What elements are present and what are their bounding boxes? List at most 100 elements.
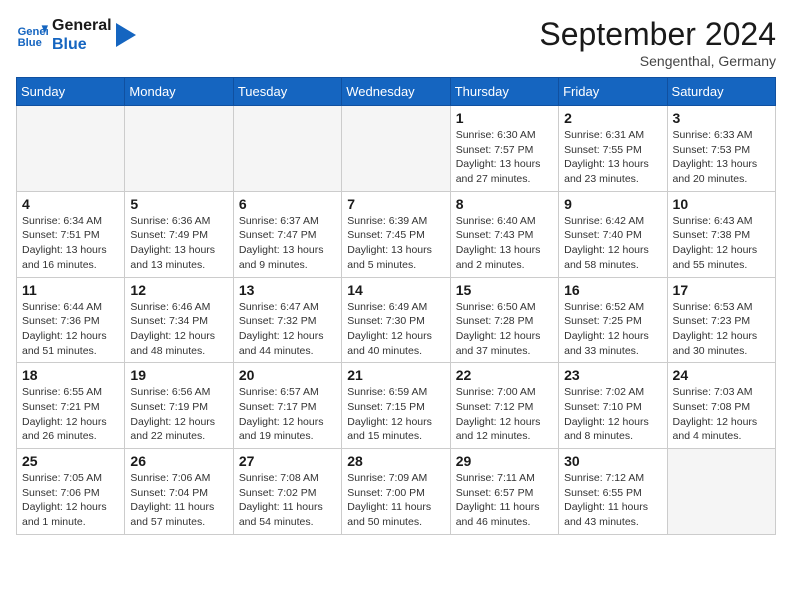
calendar-day-cell: 22 Sunrise: 7:00 AM Sunset: 7:12 PM Dayl… <box>450 363 558 449</box>
day-info: Sunrise: 6:43 AM Sunset: 7:38 PM Dayligh… <box>673 214 770 273</box>
calendar-day-cell: 4 Sunrise: 6:34 AM Sunset: 7:51 PM Dayli… <box>17 191 125 277</box>
day-info: Sunrise: 6:31 AM Sunset: 7:55 PM Dayligh… <box>564 128 661 187</box>
day-number: 20 <box>239 367 336 383</box>
day-number: 2 <box>564 110 661 126</box>
day-info: Sunrise: 7:08 AM Sunset: 7:02 PM Dayligh… <box>239 471 336 530</box>
day-info: Sunrise: 6:37 AM Sunset: 7:47 PM Dayligh… <box>239 214 336 273</box>
day-info: Sunrise: 6:42 AM Sunset: 7:40 PM Dayligh… <box>564 214 661 273</box>
calendar-day-cell: 15 Sunrise: 6:50 AM Sunset: 7:28 PM Dayl… <box>450 277 558 363</box>
calendar-table: Sunday Monday Tuesday Wednesday Thursday… <box>16 77 776 535</box>
calendar-day-cell: 11 Sunrise: 6:44 AM Sunset: 7:36 PM Dayl… <box>17 277 125 363</box>
col-wednesday: Wednesday <box>342 78 450 106</box>
day-info: Sunrise: 7:02 AM Sunset: 7:10 PM Dayligh… <box>564 385 661 444</box>
day-number: 16 <box>564 282 661 298</box>
day-info: Sunrise: 7:00 AM Sunset: 7:12 PM Dayligh… <box>456 385 553 444</box>
day-info: Sunrise: 7:09 AM Sunset: 7:00 PM Dayligh… <box>347 471 444 530</box>
day-info: Sunrise: 6:50 AM Sunset: 7:28 PM Dayligh… <box>456 300 553 359</box>
calendar-day-cell: 10 Sunrise: 6:43 AM Sunset: 7:38 PM Dayl… <box>667 191 775 277</box>
day-number: 26 <box>130 453 227 469</box>
calendar-day-cell: 17 Sunrise: 6:53 AM Sunset: 7:23 PM Dayl… <box>667 277 775 363</box>
calendar-day-cell: 8 Sunrise: 6:40 AM Sunset: 7:43 PM Dayli… <box>450 191 558 277</box>
month-title: September 2024 <box>539 16 776 53</box>
calendar-day-cell <box>342 106 450 192</box>
day-info: Sunrise: 6:40 AM Sunset: 7:43 PM Dayligh… <box>456 214 553 273</box>
logo-chevron-icon <box>116 23 136 47</box>
day-number: 9 <box>564 196 661 212</box>
calendar-day-cell: 16 Sunrise: 6:52 AM Sunset: 7:25 PM Dayl… <box>559 277 667 363</box>
calendar-day-cell: 19 Sunrise: 6:56 AM Sunset: 7:19 PM Dayl… <box>125 363 233 449</box>
logo: General Blue General Blue <box>16 16 136 54</box>
day-info: Sunrise: 6:47 AM Sunset: 7:32 PM Dayligh… <box>239 300 336 359</box>
calendar-day-cell: 21 Sunrise: 6:59 AM Sunset: 7:15 PM Dayl… <box>342 363 450 449</box>
calendar-day-cell: 1 Sunrise: 6:30 AM Sunset: 7:57 PM Dayli… <box>450 106 558 192</box>
calendar-day-cell: 28 Sunrise: 7:09 AM Sunset: 7:00 PM Dayl… <box>342 449 450 535</box>
calendar-day-cell: 24 Sunrise: 7:03 AM Sunset: 7:08 PM Dayl… <box>667 363 775 449</box>
day-number: 17 <box>673 282 770 298</box>
day-info: Sunrise: 7:11 AM Sunset: 6:57 PM Dayligh… <box>456 471 553 530</box>
calendar-day-cell <box>17 106 125 192</box>
day-info: Sunrise: 6:56 AM Sunset: 7:19 PM Dayligh… <box>130 385 227 444</box>
day-info: Sunrise: 7:05 AM Sunset: 7:06 PM Dayligh… <box>22 471 119 530</box>
day-number: 10 <box>673 196 770 212</box>
col-monday: Monday <box>125 78 233 106</box>
day-number: 13 <box>239 282 336 298</box>
day-number: 5 <box>130 196 227 212</box>
day-number: 19 <box>130 367 227 383</box>
col-saturday: Saturday <box>667 78 775 106</box>
location-subtitle: Sengenthal, Germany <box>539 53 776 69</box>
calendar-day-cell: 25 Sunrise: 7:05 AM Sunset: 7:06 PM Dayl… <box>17 449 125 535</box>
calendar-week-row: 25 Sunrise: 7:05 AM Sunset: 7:06 PM Dayl… <box>17 449 776 535</box>
calendar-day-cell: 13 Sunrise: 6:47 AM Sunset: 7:32 PM Dayl… <box>233 277 341 363</box>
calendar-day-cell <box>667 449 775 535</box>
day-info: Sunrise: 6:39 AM Sunset: 7:45 PM Dayligh… <box>347 214 444 273</box>
day-number: 30 <box>564 453 661 469</box>
calendar-week-row: 11 Sunrise: 6:44 AM Sunset: 7:36 PM Dayl… <box>17 277 776 363</box>
calendar-header-row: Sunday Monday Tuesday Wednesday Thursday… <box>17 78 776 106</box>
day-number: 1 <box>456 110 553 126</box>
day-info: Sunrise: 6:44 AM Sunset: 7:36 PM Dayligh… <box>22 300 119 359</box>
day-number: 3 <box>673 110 770 126</box>
day-number: 7 <box>347 196 444 212</box>
day-number: 12 <box>130 282 227 298</box>
calendar-day-cell: 3 Sunrise: 6:33 AM Sunset: 7:53 PM Dayli… <box>667 106 775 192</box>
calendar-week-row: 18 Sunrise: 6:55 AM Sunset: 7:21 PM Dayl… <box>17 363 776 449</box>
day-number: 8 <box>456 196 553 212</box>
calendar-day-cell: 2 Sunrise: 6:31 AM Sunset: 7:55 PM Dayli… <box>559 106 667 192</box>
col-sunday: Sunday <box>17 78 125 106</box>
day-info: Sunrise: 7:06 AM Sunset: 7:04 PM Dayligh… <box>130 471 227 530</box>
calendar-day-cell: 18 Sunrise: 6:55 AM Sunset: 7:21 PM Dayl… <box>17 363 125 449</box>
day-number: 14 <box>347 282 444 298</box>
day-info: Sunrise: 6:57 AM Sunset: 7:17 PM Dayligh… <box>239 385 336 444</box>
calendar-day-cell <box>233 106 341 192</box>
day-info: Sunrise: 6:30 AM Sunset: 7:57 PM Dayligh… <box>456 128 553 187</box>
logo-icon: General Blue <box>16 19 48 51</box>
day-number: 18 <box>22 367 119 383</box>
title-section: September 2024 Sengenthal, Germany <box>539 16 776 69</box>
day-number: 11 <box>22 282 119 298</box>
calendar-day-cell <box>125 106 233 192</box>
day-info: Sunrise: 6:36 AM Sunset: 7:49 PM Dayligh… <box>130 214 227 273</box>
col-tuesday: Tuesday <box>233 78 341 106</box>
day-number: 15 <box>456 282 553 298</box>
day-number: 25 <box>22 453 119 469</box>
day-info: Sunrise: 7:03 AM Sunset: 7:08 PM Dayligh… <box>673 385 770 444</box>
calendar-day-cell: 26 Sunrise: 7:06 AM Sunset: 7:04 PM Dayl… <box>125 449 233 535</box>
day-number: 21 <box>347 367 444 383</box>
day-number: 4 <box>22 196 119 212</box>
logo-text-general: General <box>52 16 112 35</box>
calendar-day-cell: 5 Sunrise: 6:36 AM Sunset: 7:49 PM Dayli… <box>125 191 233 277</box>
day-info: Sunrise: 6:46 AM Sunset: 7:34 PM Dayligh… <box>130 300 227 359</box>
calendar-day-cell: 29 Sunrise: 7:11 AM Sunset: 6:57 PM Dayl… <box>450 449 558 535</box>
calendar-day-cell: 14 Sunrise: 6:49 AM Sunset: 7:30 PM Dayl… <box>342 277 450 363</box>
calendar-day-cell: 6 Sunrise: 6:37 AM Sunset: 7:47 PM Dayli… <box>233 191 341 277</box>
day-info: Sunrise: 6:59 AM Sunset: 7:15 PM Dayligh… <box>347 385 444 444</box>
calendar-day-cell: 9 Sunrise: 6:42 AM Sunset: 7:40 PM Dayli… <box>559 191 667 277</box>
day-number: 23 <box>564 367 661 383</box>
day-number: 28 <box>347 453 444 469</box>
day-number: 27 <box>239 453 336 469</box>
calendar-week-row: 1 Sunrise: 6:30 AM Sunset: 7:57 PM Dayli… <box>17 106 776 192</box>
calendar-day-cell: 27 Sunrise: 7:08 AM Sunset: 7:02 PM Dayl… <box>233 449 341 535</box>
calendar-day-cell: 7 Sunrise: 6:39 AM Sunset: 7:45 PM Dayli… <box>342 191 450 277</box>
day-info: Sunrise: 6:34 AM Sunset: 7:51 PM Dayligh… <box>22 214 119 273</box>
day-number: 29 <box>456 453 553 469</box>
